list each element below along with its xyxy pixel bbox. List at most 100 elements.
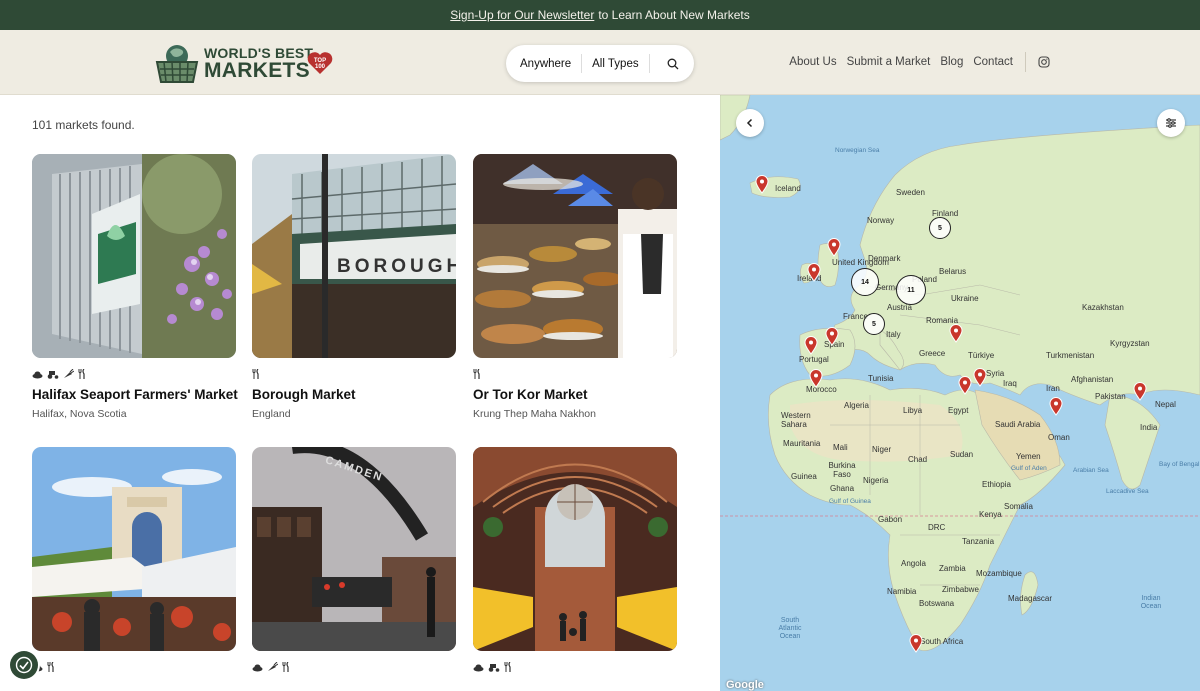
- map-label: Saudi Arabia: [995, 420, 1041, 429]
- map-label: Ghana: [830, 484, 855, 493]
- map-label: India: [1140, 423, 1158, 432]
- map-cluster[interactable]: 14: [851, 268, 879, 296]
- accessibility-button[interactable]: [10, 651, 38, 679]
- map-label: Chad: [908, 455, 928, 464]
- map-pin[interactable]: [949, 324, 963, 343]
- site-logo[interactable]: WORLD'S BEST MARKETS TOP 100: [154, 40, 334, 86]
- map-label: Türkiye: [968, 351, 995, 360]
- market-photo[interactable]: BOROUGH: [252, 154, 456, 358]
- map-label: Belarus: [939, 267, 967, 276]
- market-photo[interactable]: [32, 447, 236, 651]
- newsletter-banner: Sign-Up for Our Newsletter to Learn Abou…: [0, 0, 1200, 30]
- map-label: Greece: [919, 349, 946, 358]
- map-pin[interactable]: [1049, 397, 1063, 416]
- map-label: Iran: [1046, 384, 1060, 393]
- market-photo[interactable]: [473, 447, 677, 651]
- map-label: Denmark: [868, 254, 901, 263]
- map-pin[interactable]: [809, 369, 823, 388]
- svg-text:BOROUGH: BOROUGH: [337, 256, 456, 277]
- nav-about-us[interactable]: About Us: [789, 56, 836, 68]
- market-photo[interactable]: [473, 154, 677, 358]
- utensils-icon: [473, 369, 480, 379]
- newsletter-signup-link[interactable]: Sign-Up for Our Newsletter: [450, 8, 594, 22]
- market-card[interactable]: [473, 447, 677, 680]
- map-label: Egypt: [948, 406, 969, 415]
- collapse-map-button[interactable]: [736, 109, 764, 137]
- map-label: Burkina Faso: [828, 461, 856, 479]
- card-feature-icons: [252, 661, 456, 673]
- map-label: Laccadive Sea: [1106, 488, 1149, 495]
- instagram-icon[interactable]: [1038, 56, 1050, 68]
- map-label: Oman: [1048, 433, 1070, 442]
- map-pin[interactable]: [827, 238, 841, 257]
- hat-icon: [473, 664, 484, 671]
- card-feature-icons: [32, 368, 236, 380]
- chevron-left-icon: [746, 118, 753, 128]
- map-label: South Atlantic Ocean: [778, 617, 802, 640]
- market-photo[interactable]: CAMDEN: [252, 447, 456, 651]
- map-label: Kenya: [979, 510, 1002, 519]
- market-map[interactable]: Norwegian Sea Iceland Sweden Finland Nor…: [720, 95, 1200, 691]
- map-cluster[interactable]: 5: [863, 313, 885, 335]
- nav-submit-market[interactable]: Submit a Market: [847, 56, 931, 68]
- map-label: DRC: [928, 523, 946, 532]
- location-filter-button[interactable]: Anywhere: [506, 54, 583, 73]
- map-filters-button[interactable]: [1157, 109, 1185, 137]
- map-pin[interactable]: [755, 175, 769, 194]
- map-pin[interactable]: [807, 263, 821, 282]
- market-card[interactable]: Or Tor Kor Market Krung Thep Maha Nakhon: [473, 154, 677, 420]
- tractor-icon: [488, 664, 500, 672]
- map-label: Pakistan: [1095, 392, 1126, 401]
- map-pin[interactable]: [958, 376, 972, 395]
- map-label: Norway: [867, 216, 895, 225]
- search-button[interactable]: [650, 54, 679, 73]
- sliders-icon: [1166, 118, 1176, 128]
- map-label: Norwegian Sea: [835, 147, 880, 154]
- map-cluster[interactable]: 11: [896, 275, 926, 305]
- map-label: Nepal: [1155, 400, 1176, 409]
- map-label: Gabon: [878, 515, 903, 524]
- map-label: Gulf of Aden: [1011, 465, 1047, 472]
- nav-blog[interactable]: Blog: [940, 56, 963, 68]
- map-label: Bay of Bengal: [1159, 461, 1200, 468]
- map-label: Yemen: [1016, 452, 1041, 461]
- map-pin[interactable]: [973, 368, 987, 387]
- map-label: Zambia: [939, 564, 966, 573]
- map-pin[interactable]: [1133, 382, 1147, 401]
- type-filter-button[interactable]: All Types: [582, 54, 650, 73]
- card-feature-icons: [252, 368, 456, 380]
- market-card[interactable]: [32, 447, 236, 680]
- market-title[interactable]: Halifax Seaport Farmers' Market: [32, 387, 238, 402]
- map-label: Guinea: [791, 472, 817, 481]
- card-feature-icons: [32, 661, 236, 673]
- logo-line-2: MARKETS: [204, 58, 310, 82]
- market-card[interactable]: CAMDEN: [252, 447, 456, 680]
- map-label: Gulf of Guinea: [829, 498, 871, 505]
- map-label: South Africa: [920, 637, 964, 646]
- market-card[interactable]: Halifax Seaport Farmers' Market Halifax,…: [32, 154, 238, 420]
- map-label: Mauritania: [783, 439, 821, 448]
- map-label: Zimbabwe: [942, 585, 979, 594]
- market-card[interactable]: BOROUGH Borough Market England: [252, 154, 456, 420]
- map-label: Madagascar: [1008, 594, 1053, 603]
- map-label: Niger: [872, 445, 892, 454]
- map-label: Iceland: [775, 184, 801, 193]
- map-pin[interactable]: [909, 634, 923, 653]
- map-cluster[interactable]: 5: [929, 217, 951, 239]
- map-label: Ukraine: [951, 294, 979, 303]
- map-label: Kyrgyzstan: [1110, 339, 1150, 348]
- market-title[interactable]: Or Tor Kor Market: [473, 387, 677, 402]
- map-pin[interactable]: [825, 327, 839, 346]
- map-label: Kazakhstan: [1082, 303, 1124, 312]
- market-basket-icon: [155, 45, 199, 83]
- map-label: Indian Ocean: [1140, 595, 1162, 610]
- map-label: Algeria: [844, 401, 869, 410]
- map-label: Afghanistan: [1071, 375, 1114, 384]
- market-title[interactable]: Borough Market: [252, 387, 456, 402]
- map-pin[interactable]: [804, 336, 818, 355]
- search-icon: [667, 58, 679, 69]
- map-label: Namibia: [887, 587, 917, 596]
- market-photo[interactable]: [32, 154, 236, 358]
- nav-contact[interactable]: Contact: [973, 56, 1013, 68]
- map-label: Syria: [986, 369, 1005, 378]
